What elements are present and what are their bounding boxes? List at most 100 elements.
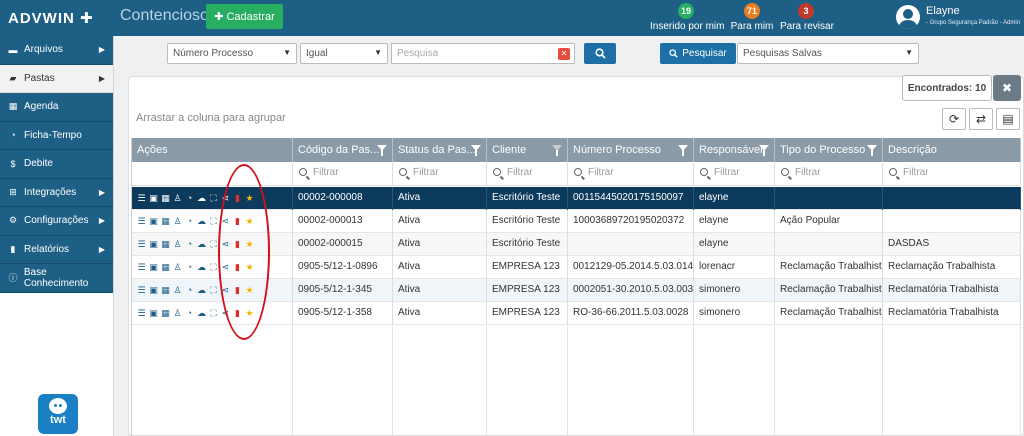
filter-icon[interactable] bbox=[678, 145, 688, 156]
table-row[interactable]: ☰ ▣ ▦ ♙ ◔ ☁ ⛶ ⋖ ▮ ★ 00002-000015 Ativa Escritório Te… bbox=[132, 233, 1021, 256]
table-row[interactable]: ☰ ▣ ▦ ♙ ◔ ☁ ⛶ ⋖ ▮ ★ 0905-5/12-1-358 Ativa EMPRESA 12… bbox=[132, 302, 1021, 325]
expand-icon[interactable]: ⛶ bbox=[208, 262, 219, 273]
col-acoes[interactable]: Ações bbox=[132, 138, 293, 162]
table-row[interactable]: ☰ ▣ ▦ ♙ ◔ ☁ ⛶ ⋖ ▮ ★ 0905-5/12-1-345 Ativa EMPRESA 12… bbox=[132, 279, 1021, 302]
share-icon[interactable]: ⋖ bbox=[220, 285, 231, 296]
cloud-upload-icon[interactable]: ☁ bbox=[196, 262, 207, 273]
trash-icon[interactable]: ▮ bbox=[232, 262, 243, 273]
sidebar-item-pastas[interactable]: ▰ Pastas ▶ bbox=[0, 64, 113, 93]
card-icon[interactable]: ▣ bbox=[148, 193, 159, 204]
clock-icon[interactable]: ◔ bbox=[184, 193, 195, 204]
filter-tipo-input[interactable]: Filtrar bbox=[775, 162, 883, 186]
sidebar-item-base-conhecimento[interactable]: ⓘ Base Conhecimento bbox=[0, 264, 113, 293]
filter-responsavel-input[interactable]: Filtrar bbox=[694, 162, 775, 186]
trash-icon[interactable]: ▮ bbox=[232, 216, 243, 227]
sidebar-item-configuracoes[interactable]: ⚙ Configurações ▶ bbox=[0, 207, 113, 236]
filter-icon[interactable] bbox=[377, 145, 387, 156]
cadastrar-button[interactable]: ✚ Cadastrar bbox=[206, 4, 283, 29]
share-icon[interactable]: ⋖ bbox=[220, 239, 231, 250]
list-icon[interactable]: ☰ bbox=[136, 285, 147, 296]
calendar-icon[interactable]: ▦ bbox=[160, 262, 171, 273]
clear-icon[interactable]: ✕ bbox=[558, 48, 570, 60]
col-numero-processo[interactable]: Número Processo bbox=[568, 138, 694, 162]
sidebar-item-agenda[interactable]: ▦ Agenda bbox=[0, 93, 113, 122]
stamp-icon[interactable]: ♙ bbox=[172, 285, 183, 296]
swap-columns-button[interactable]: ⇄ bbox=[969, 108, 993, 130]
filter-icon[interactable] bbox=[471, 145, 481, 156]
cloud-upload-icon[interactable]: ☁ bbox=[196, 308, 207, 319]
calendar-icon[interactable]: ▦ bbox=[160, 239, 171, 250]
cloud-upload-icon[interactable]: ☁ bbox=[196, 193, 207, 204]
filter-descricao-input[interactable]: Filtrar bbox=[883, 162, 1021, 186]
notif-para-mim[interactable]: 71 Para mim bbox=[728, 3, 776, 32]
sidebar-item-arquivos[interactable]: ▬ Arquivos ▶ bbox=[0, 36, 113, 65]
share-icon[interactable]: ⋖ bbox=[220, 216, 231, 227]
filter-numero-input[interactable]: Filtrar bbox=[568, 162, 694, 186]
table-row[interactable]: ☰ ▣ ▦ ♙ ◔ ☁ ⛶ ⋖ ▮ ★ 0905-5/12-1-0896 Ativa EMPRESA 1… bbox=[132, 256, 1021, 279]
notif-para-revisar[interactable]: 3 Para revisar bbox=[780, 3, 834, 32]
filter-cliente-input[interactable]: Filtrar bbox=[487, 162, 568, 186]
stamp-icon[interactable]: ♙ bbox=[172, 308, 183, 319]
operator-select[interactable]: Igual ▼ bbox=[300, 43, 388, 64]
trash-icon[interactable]: ▮ bbox=[232, 285, 243, 296]
card-icon[interactable]: ▣ bbox=[148, 216, 159, 227]
cloud-upload-icon[interactable]: ☁ bbox=[196, 216, 207, 227]
search-button[interactable] bbox=[584, 43, 616, 64]
col-responsavel[interactable]: Responsável bbox=[694, 138, 775, 162]
clock-icon[interactable]: ◔ bbox=[184, 308, 195, 319]
sidebar-item-debite[interactable]: $ Debite bbox=[0, 150, 113, 179]
list-icon[interactable]: ☰ bbox=[136, 239, 147, 250]
filter-codigo-input[interactable]: Filtrar bbox=[293, 162, 393, 186]
col-status-pasta[interactable]: Status da Pas... bbox=[393, 138, 487, 162]
sidebar-item-integracoes[interactable]: ⊞ Integrações ▶ bbox=[0, 178, 113, 207]
list-icon[interactable]: ☰ bbox=[136, 262, 147, 273]
star-icon[interactable]: ★ bbox=[244, 193, 255, 204]
sidebar-item-ficha-tempo[interactable]: ◔ Ficha-Tempo bbox=[0, 121, 113, 150]
share-icon[interactable]: ⋖ bbox=[220, 308, 231, 319]
stamp-icon[interactable]: ♙ bbox=[172, 216, 183, 227]
expand-icon[interactable]: ⛶ bbox=[208, 193, 219, 204]
cloud-upload-icon[interactable]: ☁ bbox=[196, 239, 207, 250]
avatar[interactable] bbox=[896, 5, 920, 29]
list-icon[interactable]: ☰ bbox=[136, 308, 147, 319]
calendar-icon[interactable]: ▦ bbox=[160, 193, 171, 204]
col-tipo-processo[interactable]: Tipo do Processo bbox=[775, 138, 883, 162]
app-logo[interactable]: ADVWIN ✚ bbox=[8, 9, 94, 27]
calendar-icon[interactable]: ▦ bbox=[160, 285, 171, 296]
share-icon[interactable]: ⋖ bbox=[220, 193, 231, 204]
star-icon[interactable]: ★ bbox=[244, 285, 255, 296]
field-select[interactable]: Número Processo ▼ bbox=[167, 43, 297, 64]
expand-icon[interactable]: ⛶ bbox=[208, 285, 219, 296]
clock-icon[interactable]: ◔ bbox=[184, 216, 195, 227]
filter-icon[interactable] bbox=[759, 145, 769, 156]
stamp-icon[interactable]: ♙ bbox=[172, 262, 183, 273]
card-icon[interactable]: ▣ bbox=[148, 285, 159, 296]
clock-icon[interactable]: ◔ bbox=[184, 239, 195, 250]
list-icon[interactable]: ☰ bbox=[136, 216, 147, 227]
group-drop-area[interactable]: Arrastar a coluna para agrupar bbox=[136, 112, 286, 124]
stamp-icon[interactable]: ♙ bbox=[172, 193, 183, 204]
search-input[interactable]: Pesquisa ✕ bbox=[391, 43, 575, 64]
card-icon[interactable]: ▣ bbox=[148, 262, 159, 273]
trash-icon[interactable]: ▮ bbox=[232, 239, 243, 250]
notif-inserido-por-mim[interactable]: 19 Inserido por mim bbox=[650, 3, 724, 32]
refresh-button[interactable]: ⟳ bbox=[942, 108, 966, 130]
star-icon[interactable]: ★ bbox=[244, 308, 255, 319]
filter-icon[interactable] bbox=[552, 145, 562, 156]
share-icon[interactable]: ⋖ bbox=[220, 262, 231, 273]
filter-status-input[interactable]: Filtrar bbox=[393, 162, 487, 186]
star-icon[interactable]: ★ bbox=[244, 239, 255, 250]
card-icon[interactable]: ▣ bbox=[148, 239, 159, 250]
cloud-upload-icon[interactable]: ☁ bbox=[196, 285, 207, 296]
saved-searches-select[interactable]: Pesquisas Salvas ▼ bbox=[737, 43, 919, 64]
col-cliente[interactable]: Cliente bbox=[487, 138, 568, 162]
star-icon[interactable]: ★ bbox=[244, 216, 255, 227]
clock-icon[interactable]: ◔ bbox=[184, 285, 195, 296]
user-name[interactable]: Elayne bbox=[926, 5, 960, 17]
calendar-icon[interactable]: ▦ bbox=[160, 308, 171, 319]
card-icon[interactable]: ▣ bbox=[148, 308, 159, 319]
list-icon[interactable]: ☰ bbox=[136, 193, 147, 204]
expand-icon[interactable]: ⛶ bbox=[208, 216, 219, 227]
sidebar-item-relatorios[interactable]: ▮ Relatórios ▶ bbox=[0, 235, 113, 264]
calendar-icon[interactable]: ▦ bbox=[160, 216, 171, 227]
